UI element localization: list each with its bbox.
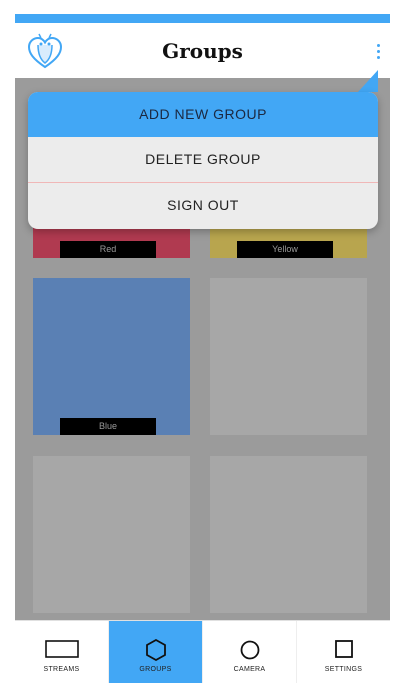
bottom-navigation: STREAMS GROUPS CAMERA SETTINGS [15,620,390,683]
group-label: Blue [60,418,156,435]
group-label: Yellow [237,241,333,258]
group-tile-blue[interactable]: Blue [33,278,190,435]
hexagon-icon [145,639,166,661]
square-icon [334,640,353,658]
group-label: Red [60,241,156,258]
overflow-menu-icon[interactable] [374,44,382,62]
group-tile-empty[interactable] [210,456,367,613]
nav-settings[interactable]: SETTINGS [296,621,390,683]
group-tile-empty[interactable] [210,278,367,435]
sign-out-menu-item[interactable]: SIGN OUT [28,183,378,228]
app-header: Groups [15,23,390,78]
dropdown-pointer [358,70,378,92]
page-title: Groups [162,39,243,63]
status-bar [15,14,390,23]
nav-label: GROUPS [139,666,172,673]
add-new-group-menu-item[interactable]: ADD NEW GROUP [28,92,378,137]
overflow-menu: ADD NEW GROUP DELETE GROUP SIGN OUT [28,92,378,229]
nav-streams[interactable]: STREAMS [15,621,108,683]
nav-label: SETTINGS [324,666,363,673]
rectangle-icon [44,640,79,658]
nav-label: STREAMS [43,666,80,673]
delete-group-menu-item[interactable]: DELETE GROUP [28,137,378,183]
group-tile-empty[interactable] [33,456,190,613]
nav-camera[interactable]: CAMERA [202,621,296,683]
nav-label: CAMERA [233,666,266,673]
circle-icon [240,640,259,660]
nav-groups[interactable]: GROUPS [108,621,202,683]
